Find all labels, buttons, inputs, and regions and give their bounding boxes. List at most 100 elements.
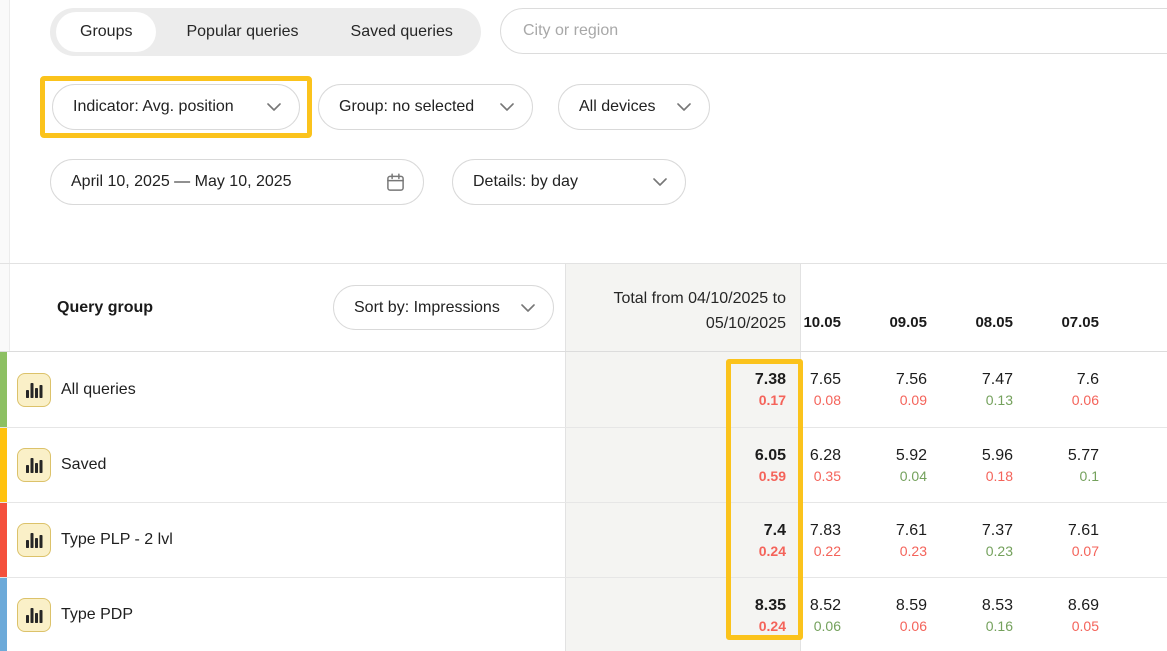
calendar-icon <box>386 173 405 192</box>
query-group-name[interactable]: Saved <box>61 456 106 474</box>
bar-chart-icon[interactable] <box>17 448 51 482</box>
day-value: 7.37 <box>982 520 1013 541</box>
day-cell: 5.770.1 <box>1059 428 1145 502</box>
total-delta: 0.24 <box>759 616 786 636</box>
day-delta: 0.07 <box>1072 541 1099 561</box>
tab-popular-queries[interactable]: Popular queries <box>160 8 324 56</box>
row-label-cell: All queries <box>0 352 565 427</box>
day-value: 7.83 <box>810 520 841 541</box>
day-cell: 7.650.08 <box>801 352 887 427</box>
day-delta: 0.23 <box>900 541 927 561</box>
day-value: 7.47 <box>982 369 1013 390</box>
table-header-row: Query group Sort by: Impressions Total f… <box>0 264 1167 352</box>
devices-dropdown[interactable]: All devices <box>558 84 710 130</box>
header-total-column: Total from 04/10/2025 to 05/10/2025 <box>565 264 801 351</box>
day-value: 7.61 <box>1068 520 1099 541</box>
day-value: 8.59 <box>896 595 927 616</box>
query-analytics-page: Groups Popular queries Saved queries Ind… <box>0 0 1167 651</box>
row-label-cell: Type PLP - 2 lvl <box>0 503 565 577</box>
day-cell: 7.830.22 <box>801 503 887 577</box>
row-total-cell: 6.05 0.59 <box>565 428 801 502</box>
day-cell: 8.520.06 <box>801 578 887 651</box>
day-delta: 0.08 <box>814 390 841 410</box>
day-value: 7.61 <box>896 520 927 541</box>
chevron-down-icon <box>677 103 691 111</box>
city-region-field[interactable] <box>500 8 1167 54</box>
header-date-column: 10.05 <box>801 264 887 351</box>
table-body: All queries 7.38 0.17 7.650.087.560.097.… <box>0 352 1167 651</box>
row-total-cell: 7.4 0.24 <box>565 503 801 577</box>
day-value: 7.65 <box>810 369 841 390</box>
group-dropdown[interactable]: Group: no selected <box>318 84 533 130</box>
day-value: 8.52 <box>810 595 841 616</box>
day-value: 7.56 <box>896 369 927 390</box>
day-cell: 8.590.06 <box>887 578 973 651</box>
date-range-picker[interactable]: April 10, 2025 — May 10, 2025 <box>50 159 424 205</box>
day-cell: 7.560.09 <box>887 352 973 427</box>
date-column-title: 08.05 <box>975 314 1013 331</box>
day-cell: 7.370.23 <box>973 503 1059 577</box>
total-value: 7.4 <box>764 520 786 541</box>
day-delta: 0.13 <box>986 390 1013 410</box>
header-date-column: 08.05 <box>973 264 1059 351</box>
row-color-stripe <box>0 428 7 502</box>
day-delta: 0.06 <box>814 616 841 636</box>
day-delta: 0.18 <box>986 466 1013 486</box>
total-delta: 0.17 <box>759 390 786 410</box>
date-column-title: 10.05 <box>803 314 841 331</box>
day-value: 5.96 <box>982 445 1013 466</box>
query-group-name[interactable]: Type PDP <box>61 606 133 624</box>
day-delta: 0.06 <box>1072 390 1099 410</box>
day-delta: 0.1 <box>1080 466 1099 486</box>
indicator-dropdown[interactable]: Indicator: Avg. position <box>52 84 300 130</box>
day-cell: 5.920.04 <box>887 428 973 502</box>
total-delta: 0.24 <box>759 541 786 561</box>
row-total-cell: 7.38 0.17 <box>565 352 801 427</box>
day-cell: 8.530.16 <box>973 578 1059 651</box>
day-value: 8.53 <box>982 595 1013 616</box>
header-date-column: 09.05 <box>887 264 973 351</box>
row-label-cell: Type PDP <box>0 578 565 651</box>
city-region-input[interactable] <box>523 22 1131 40</box>
table-row: Saved 6.05 0.59 6.280.355.920.045.960.18… <box>0 427 1167 502</box>
table-row: Type PLP - 2 lvl 7.4 0.24 7.830.227.610.… <box>0 502 1167 577</box>
devices-dropdown-label: All devices <box>579 98 655 116</box>
total-value: 6.05 <box>755 445 786 466</box>
bar-chart-icon[interactable] <box>17 373 51 407</box>
tab-groups[interactable]: Groups <box>56 12 156 52</box>
query-groups-table: Query group Sort by: Impressions Total f… <box>0 263 1167 651</box>
day-cell: 7.470.13 <box>973 352 1059 427</box>
bar-chart-icon[interactable] <box>17 523 51 557</box>
chevron-down-icon <box>267 103 281 111</box>
day-cell: 7.60.06 <box>1059 352 1145 427</box>
row-total-cell: 8.35 0.24 <box>565 578 801 651</box>
day-cell: 7.610.07 <box>1059 503 1145 577</box>
sort-dropdown[interactable]: Sort by: Impressions <box>333 285 554 330</box>
query-group-name[interactable]: Type PLP - 2 lvl <box>61 531 173 549</box>
date-column-title: 09.05 <box>889 314 927 331</box>
table-row: Type PDP 8.35 0.24 8.520.068.590.068.530… <box>0 577 1167 651</box>
day-delta: 0.23 <box>986 541 1013 561</box>
total-column-title: Total from 04/10/2025 to 05/10/2025 <box>566 286 786 336</box>
details-granularity-dropdown[interactable]: Details: by day <box>452 159 686 205</box>
chevron-down-icon <box>653 178 667 186</box>
day-delta: 0.04 <box>900 466 927 486</box>
day-delta: 0.06 <box>900 616 927 636</box>
tab-saved-queries[interactable]: Saved queries <box>325 8 479 56</box>
chevron-down-icon <box>521 304 535 312</box>
table-row: All queries 7.38 0.17 7.650.087.560.097.… <box>0 352 1167 427</box>
indicator-dropdown-label: Indicator: Avg. position <box>73 98 234 116</box>
date-range-label: April 10, 2025 — May 10, 2025 <box>71 173 292 191</box>
query-group-name[interactable]: All queries <box>61 381 136 399</box>
details-dropdown-label: Details: by day <box>473 173 578 191</box>
bar-chart-icon[interactable] <box>17 598 51 632</box>
date-column-title: 07.05 <box>1061 314 1099 331</box>
row-label-cell: Saved <box>0 428 565 502</box>
total-delta: 0.59 <box>759 466 786 486</box>
total-value: 8.35 <box>755 595 786 616</box>
day-cell: 7.610.23 <box>887 503 973 577</box>
row-color-stripe <box>0 352 7 427</box>
view-tabbar: Groups Popular queries Saved queries <box>50 8 481 56</box>
day-value: 7.6 <box>1077 369 1099 390</box>
header-query-group: Query group Sort by: Impressions <box>0 264 565 351</box>
